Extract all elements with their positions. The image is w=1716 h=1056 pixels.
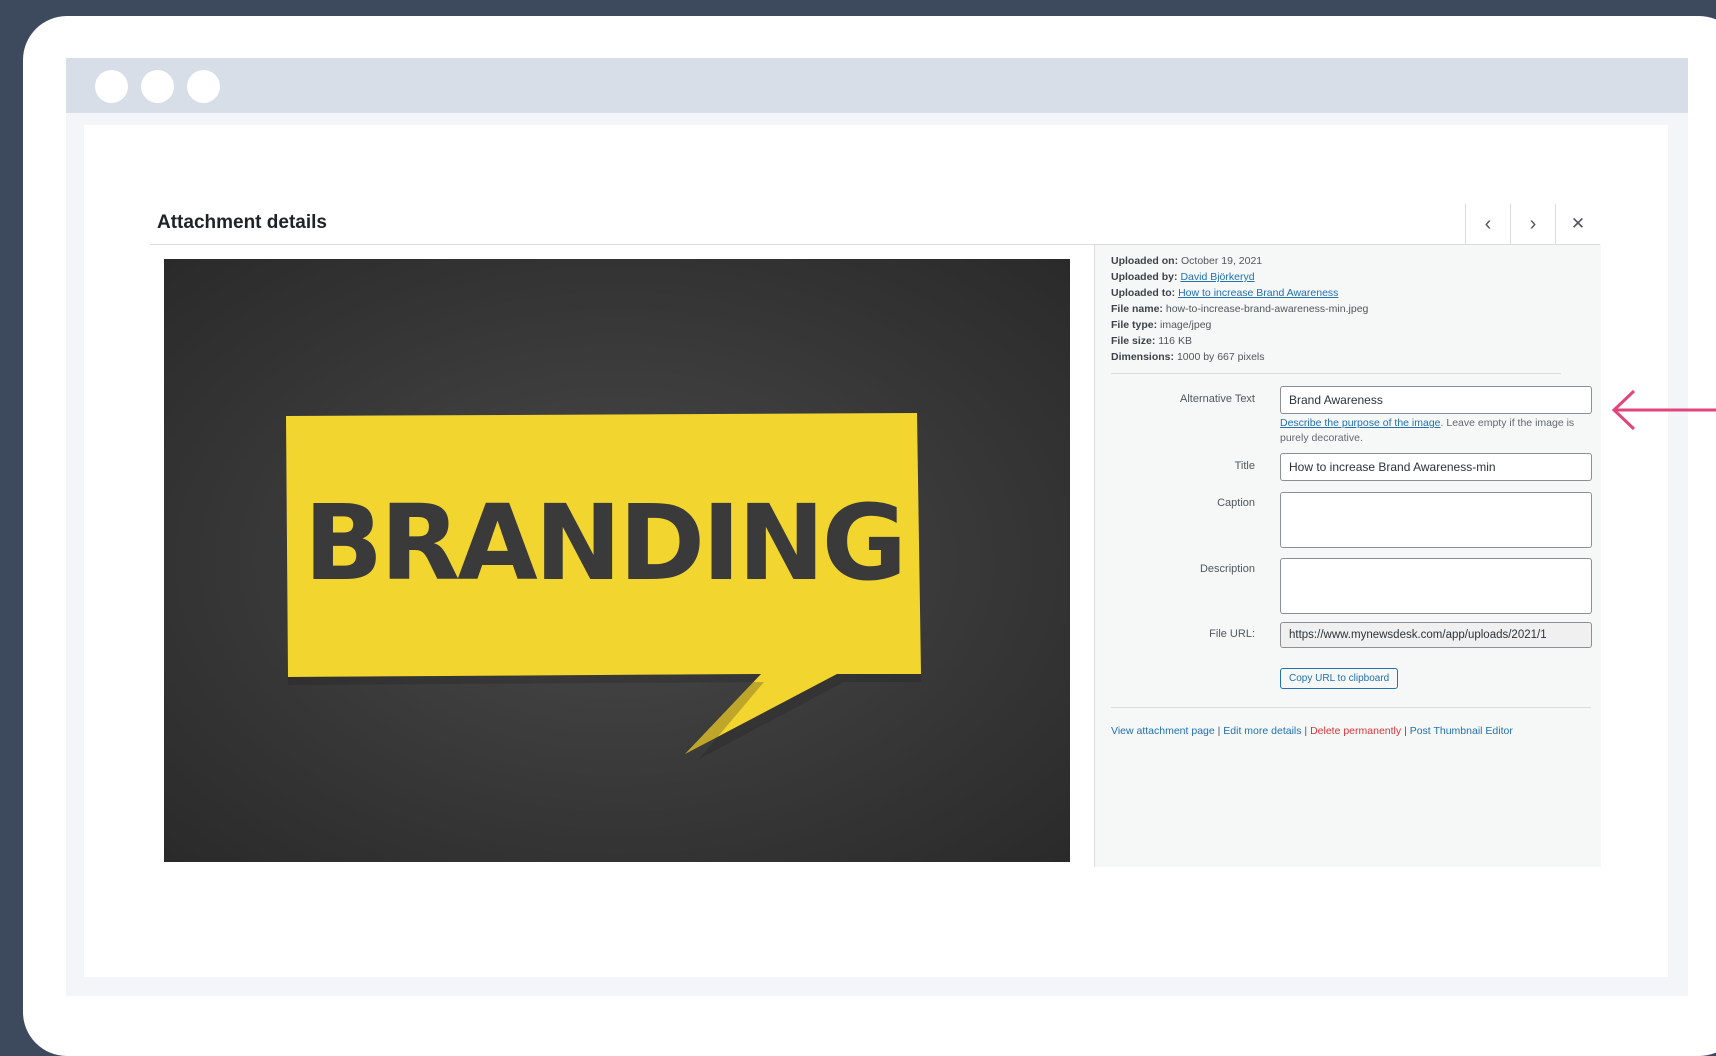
- file-type: image/jpeg: [1160, 319, 1212, 331]
- file-metadata: Uploaded on: October 19, 2021 Uploaded b…: [1111, 255, 1369, 363]
- file-size: 116 KB: [1158, 335, 1192, 347]
- uploaded-by-link[interactable]: David Björkeryd: [1180, 271, 1254, 283]
- uploaded-on: October 19, 2021: [1181, 255, 1263, 267]
- window-dot-icon: [187, 70, 220, 103]
- attachment-modal: Attachment details ‹ › ✕ BRANDING Upload…: [84, 125, 1668, 977]
- caption-label: Caption: [1217, 497, 1255, 509]
- describe-purpose-link[interactable]: Describe the purpose of the image: [1280, 417, 1441, 429]
- title-label: Title: [1234, 460, 1255, 472]
- copy-url-button[interactable]: Copy URL to clipboard: [1280, 668, 1399, 689]
- alt-text-help: Describe the purpose of the image. Leave…: [1280, 417, 1575, 444]
- pointer-arrow-icon: [1611, 389, 1716, 431]
- view-attachment-link[interactable]: View attachment page: [1111, 725, 1215, 737]
- edit-details-link[interactable]: Edit more details: [1223, 725, 1301, 737]
- thumbnail-editor-link[interactable]: Post Thumbnail Editor: [1410, 725, 1513, 737]
- caption-textarea[interactable]: [1280, 492, 1592, 548]
- title-input[interactable]: How to increase Brand Awareness-min: [1280, 453, 1592, 481]
- file-url-input[interactable]: https://www.mynewsdesk.com/app/uploads/2…: [1280, 622, 1592, 648]
- attachment-image-preview: BRANDING: [164, 259, 1070, 862]
- branding-word: BRANDING: [304, 482, 904, 604]
- next-button[interactable]: ›: [1510, 204, 1555, 244]
- alt-text-label: Alternative Text: [1179, 393, 1255, 405]
- dimensions: 1000 by 667 pixels: [1176, 351, 1265, 363]
- chevron-left-icon: ‹: [1484, 212, 1492, 235]
- description-label: Description: [1199, 563, 1255, 575]
- delete-permanently-link[interactable]: Delete permanently: [1310, 725, 1401, 737]
- close-button[interactable]: ✕: [1555, 204, 1600, 244]
- attachment-details-panel: Uploaded on: October 19, 2021 Uploaded b…: [1094, 245, 1601, 867]
- file-name: how-to-increase-brand-awareness-min.jpeg: [1165, 303, 1369, 315]
- window-dot-icon: [95, 70, 128, 103]
- file-url-label: File URL:: [1209, 628, 1255, 640]
- actions-divider: [1111, 707, 1591, 708]
- branding-speech-bubble-image: BRANDING: [286, 413, 921, 759]
- attachment-actions: View attachment page | Edit more details…: [1111, 725, 1513, 737]
- browser-title-bar: [66, 58, 1688, 113]
- metadata-divider: [1111, 373, 1561, 374]
- chevron-right-icon: ›: [1529, 212, 1537, 235]
- modal-title: Attachment details: [157, 212, 327, 233]
- window-dot-icon: [141, 70, 174, 103]
- previous-button[interactable]: ‹: [1465, 204, 1510, 244]
- close-icon: ✕: [1570, 214, 1586, 233]
- uploaded-to-link[interactable]: How to increase Brand Awareness: [1178, 287, 1338, 299]
- description-textarea[interactable]: [1280, 558, 1592, 614]
- browser-window: Attachment details ‹ › ✕ BRANDING Upload…: [66, 58, 1688, 996]
- alt-text-input[interactable]: Brand Awareness: [1280, 386, 1592, 414]
